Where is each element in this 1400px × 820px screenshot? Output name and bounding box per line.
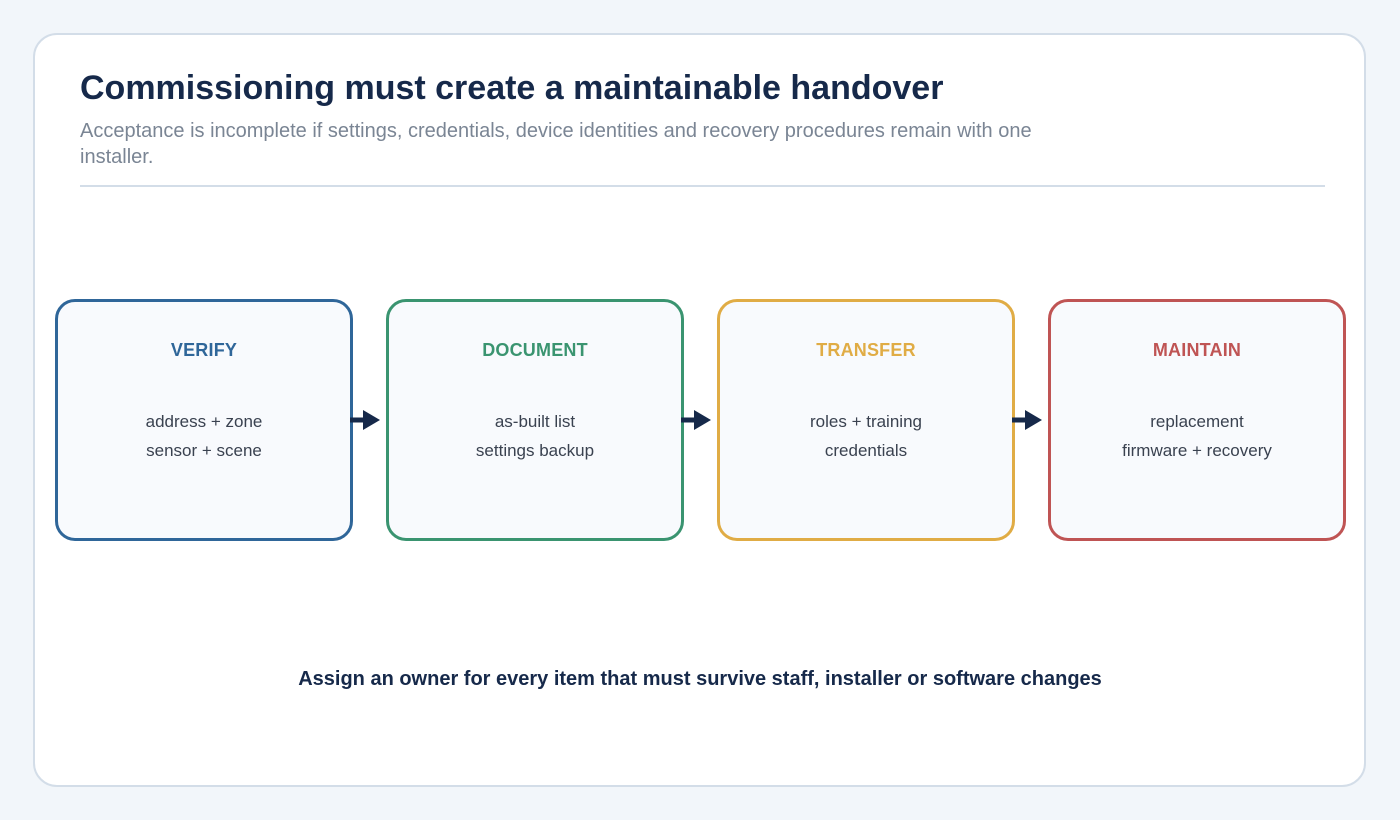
page-subtitle: Acceptance is incomplete if settings, cr… <box>80 120 1032 168</box>
step-transfer: TRANSFER roles + training credentials <box>717 299 1015 541</box>
step-line: settings backup <box>475 441 595 460</box>
step-title: TRANSFER <box>816 340 916 360</box>
step-line: credentials <box>824 441 908 460</box>
step-verify: VERIFY address + zone sensor + scene <box>55 299 353 541</box>
step-line: address + zone <box>145 412 263 431</box>
arrow-head <box>694 410 711 430</box>
step-title: VERIFY <box>170 340 238 360</box>
step-title: MAINTAIN <box>1152 340 1242 360</box>
step-title: DOCUMENT <box>482 340 588 360</box>
arrow-right-icon <box>350 410 380 430</box>
arrow-right-icon <box>681 410 711 430</box>
header-divider <box>80 185 1325 187</box>
step-line: replacement <box>1150 412 1244 431</box>
page-title: Commissioning must create a maintainable… <box>80 69 944 107</box>
arrow-right-icon <box>1012 410 1042 430</box>
step-document: DOCUMENT as-built list settings backup <box>386 299 684 541</box>
arrow-head <box>1025 410 1042 430</box>
step-line: firmware + recovery <box>1122 441 1272 460</box>
footer-note: Assign an owner for every item that must… <box>298 668 1102 690</box>
step-line: as-built list <box>494 412 576 431</box>
step-line: roles + training <box>810 412 922 431</box>
step-maintain: MAINTAIN replacement firmware + recovery <box>1048 299 1346 541</box>
arrow-head <box>363 410 380 430</box>
step-line: sensor + scene <box>146 441 262 460</box>
